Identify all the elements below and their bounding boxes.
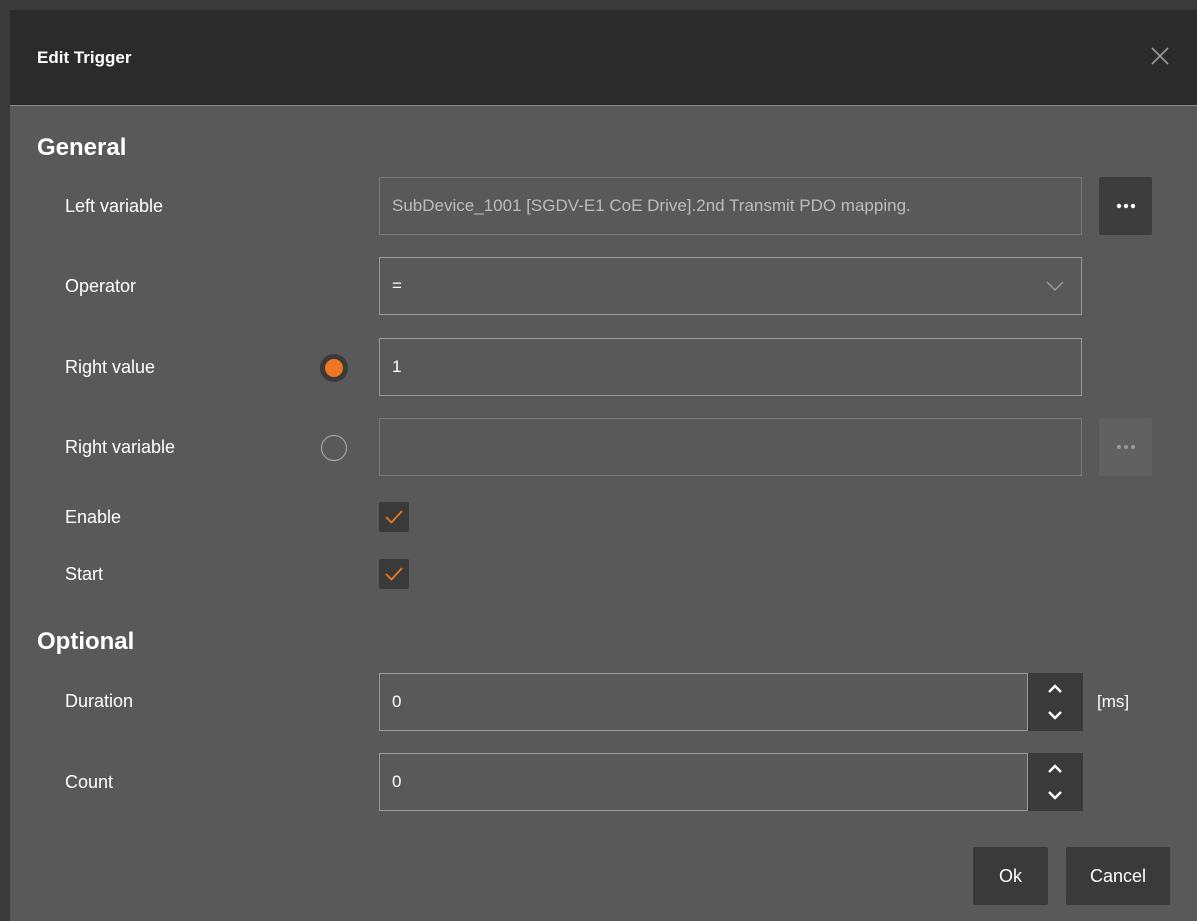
left-variable-browse-button[interactable] xyxy=(1099,177,1152,235)
edit-trigger-dialog: Edit Trigger General Left variable SubDe… xyxy=(10,10,1197,921)
left-variable-label: Left variable xyxy=(65,196,164,216)
duration-unit: [ms] xyxy=(1097,692,1130,711)
right-variable-field[interactable] xyxy=(379,418,1082,476)
count-value: 0 xyxy=(392,772,402,791)
checkmark-icon xyxy=(385,567,403,581)
start-label: Start xyxy=(65,564,104,584)
cancel-button[interactable]: Cancel xyxy=(1066,847,1170,905)
general-heading: General xyxy=(37,134,127,161)
close-icon xyxy=(1151,47,1169,65)
count-input[interactable]: 0 xyxy=(379,753,1028,811)
start-checkbox[interactable] xyxy=(379,559,409,589)
optional-heading: Optional xyxy=(37,628,135,655)
operator-label: Operator xyxy=(65,276,137,296)
ellipsis-icon xyxy=(1116,445,1135,449)
right-variable-radio[interactable] xyxy=(321,435,347,461)
duration-stepper[interactable] xyxy=(1028,673,1083,731)
ok-button[interactable]: Ok xyxy=(973,847,1048,905)
right-variable-browse-button[interactable] xyxy=(1099,418,1152,476)
checkmark-icon xyxy=(385,510,403,524)
right-variable-label: Right variable xyxy=(65,437,176,457)
chevron-down-icon[interactable] xyxy=(1045,787,1065,803)
left-variable-field[interactable]: SubDevice_1001 [SGDV-E1 CoE Drive].2nd T… xyxy=(379,177,1082,235)
chevron-down-icon[interactable] xyxy=(1045,707,1065,723)
operator-value: = xyxy=(392,276,402,295)
left-variable-value: SubDevice_1001 [SGDV-E1 CoE Drive].2nd T… xyxy=(392,196,911,215)
duration-value: 0 xyxy=(392,692,402,711)
enable-label: Enable xyxy=(65,507,122,527)
count-stepper[interactable] xyxy=(1028,753,1083,811)
enable-checkbox[interactable] xyxy=(379,502,409,532)
right-value-input[interactable]: 1 xyxy=(379,338,1082,396)
close-button[interactable] xyxy=(1144,40,1176,72)
chevron-up-icon[interactable] xyxy=(1045,681,1065,697)
ellipsis-icon xyxy=(1116,203,1135,209)
count-label: Count xyxy=(65,772,114,792)
right-value-label: Right value xyxy=(65,357,156,377)
right-value-radio[interactable] xyxy=(321,355,347,381)
dialog-title: Edit Trigger xyxy=(37,48,132,67)
dialog-titlebar: Edit Trigger xyxy=(10,10,1197,106)
right-value-value: 1 xyxy=(392,357,402,376)
chevron-up-icon[interactable] xyxy=(1045,761,1065,777)
duration-label: Duration xyxy=(65,691,134,711)
operator-select[interactable]: = xyxy=(379,257,1082,315)
chevron-down-icon xyxy=(1046,281,1064,292)
duration-input[interactable]: 0 xyxy=(379,673,1028,731)
